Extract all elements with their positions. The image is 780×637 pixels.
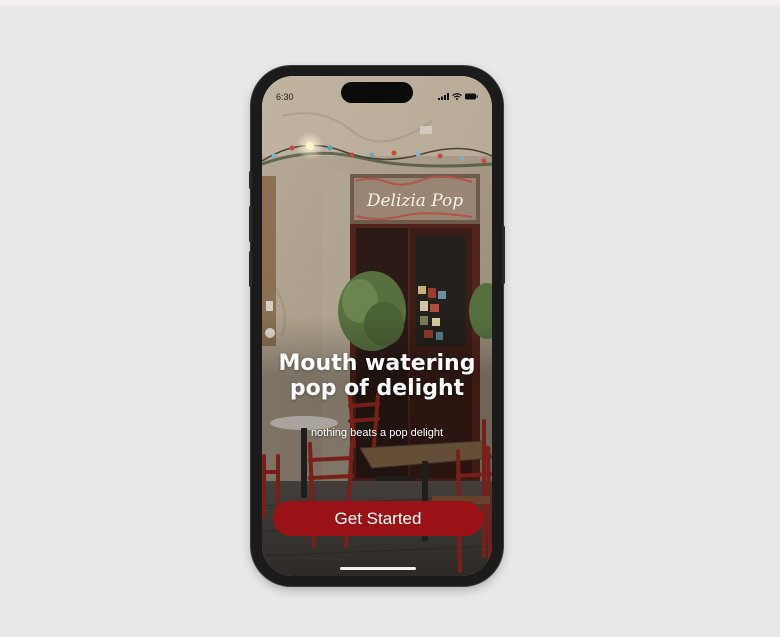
- battery-icon: [465, 93, 478, 100]
- phone-volume-up: [249, 206, 252, 242]
- status-icons: [438, 93, 478, 100]
- hero-headline-line-1: Mouth watering: [278, 351, 476, 376]
- status-time: 6:30: [276, 92, 294, 102]
- phone-power-button: [502, 226, 505, 284]
- status-bar: 6:30: [262, 76, 492, 103]
- phone-screen: Delizia Pop 6:30 Mouth watering pop of d…: [262, 76, 492, 576]
- phone-mockup: Delizia Pop 6:30 Mouth watering pop of d…: [249, 66, 505, 586]
- top-strip: [0, 0, 780, 5]
- sign-logo-text: Delizia Pop: [366, 191, 463, 211]
- home-indicator[interactable]: [340, 567, 416, 570]
- wifi-icon: [452, 93, 462, 100]
- phone-volume-down: [249, 251, 252, 287]
- hero-headline: Mouth watering pop of delight: [262, 351, 492, 401]
- get-started-button[interactable]: Get Started: [273, 501, 483, 536]
- hero-headline-line-2: pop of delight: [289, 376, 465, 401]
- signal-icon: [438, 93, 449, 100]
- hero-subtitle: nothing beats a pop delight: [310, 427, 444, 439]
- dynamic-island: [341, 82, 413, 103]
- phone-silent-switch: [249, 171, 252, 189]
